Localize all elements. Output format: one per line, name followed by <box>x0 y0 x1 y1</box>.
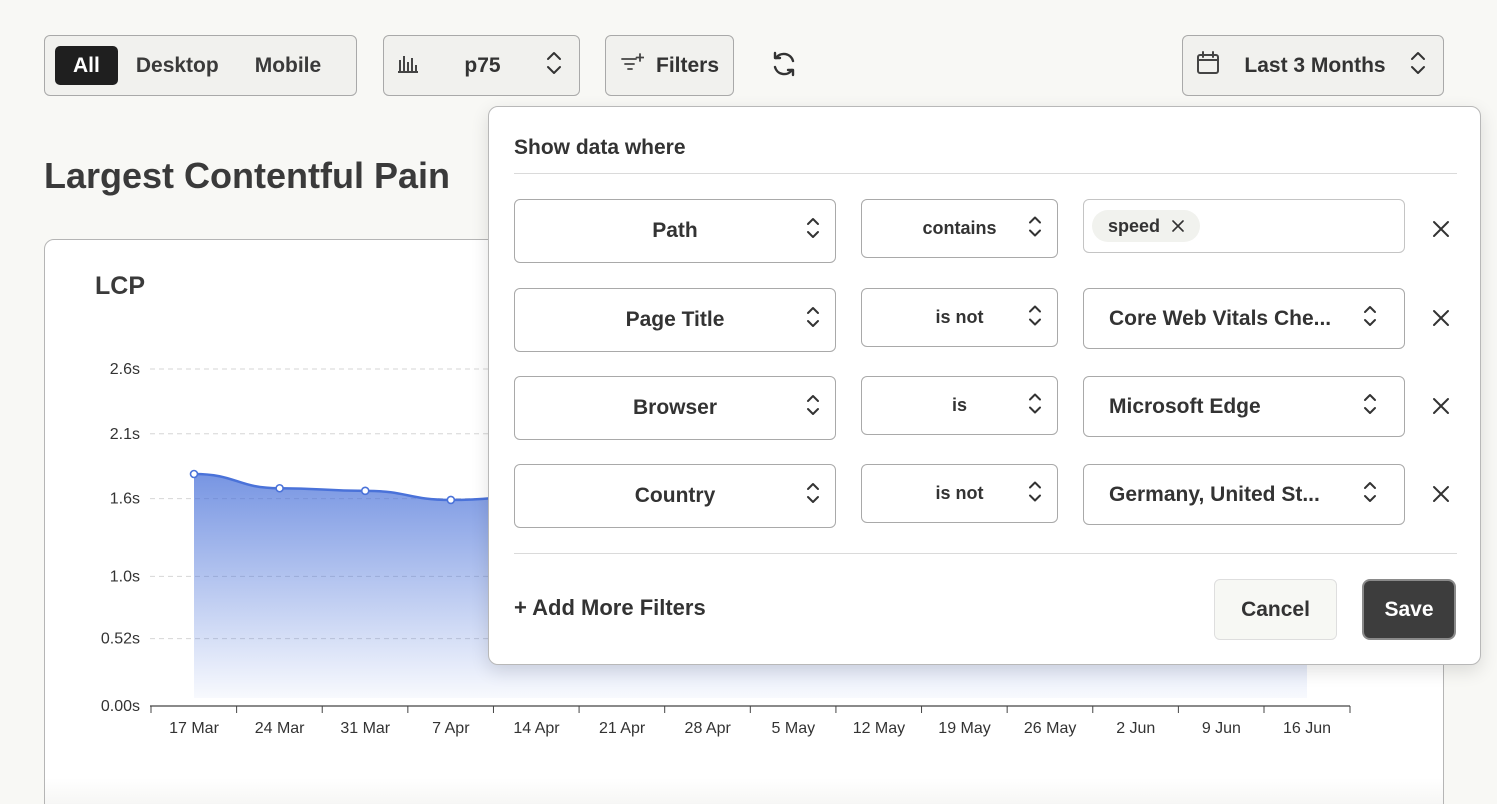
y-tick-label: 0.00s <box>101 698 140 715</box>
remove-filter-button[interactable] <box>1429 308 1453 332</box>
filter-add-icon <box>620 51 645 80</box>
calendar-icon <box>1195 50 1221 81</box>
filter-row-path: Path contains speed <box>489 199 1480 263</box>
filter-value-label: Microsoft Edge <box>1109 394 1261 418</box>
data-point <box>275 483 284 493</box>
filter-value-label: Germany, United St... <box>1109 482 1320 506</box>
y-tick-label: 1.0s <box>110 568 140 585</box>
x-tick-label: 14 Apr <box>513 720 560 737</box>
chevron-updown-icon <box>1027 479 1043 508</box>
divider <box>514 173 1457 174</box>
close-icon <box>1432 220 1450 243</box>
data-point <box>446 495 456 505</box>
x-tick-label: 17 Mar <box>169 720 219 737</box>
filter-operator-label: is not <box>935 307 984 327</box>
chevron-updown-icon <box>1362 480 1378 510</box>
filter-operator-select[interactable]: is not <box>861 288 1058 347</box>
filter-operator-select[interactable]: contains <box>861 199 1058 258</box>
x-tick-label: 31 Mar <box>340 720 390 737</box>
device-option-all[interactable]: All <box>55 46 118 85</box>
filter-row-country: Country is not Germany, United St... <box>489 464 1480 528</box>
x-tick-label: 19 May <box>938 720 990 737</box>
filter-value-select[interactable]: Germany, United St... <box>1083 464 1405 525</box>
data-point <box>360 486 370 496</box>
x-tick-label: 28 Apr <box>685 720 732 737</box>
add-more-filters-button[interactable]: + Add More Filters <box>514 595 706 621</box>
remove-filter-button[interactable] <box>1429 219 1453 243</box>
data-point <box>189 469 199 479</box>
filter-panel: Show data where Path contains speed Page… <box>488 106 1481 665</box>
percentile-select[interactable]: p75 <box>383 35 580 96</box>
bar-chart-icon <box>396 51 420 80</box>
filter-field-label: Browser <box>632 396 718 419</box>
close-icon <box>1432 309 1450 332</box>
percentile-label: p75 <box>464 53 501 77</box>
cancel-button[interactable]: Cancel <box>1214 579 1337 640</box>
chevron-updown-icon <box>805 481 821 511</box>
chevron-updown-icon <box>1027 391 1043 420</box>
close-icon <box>1432 485 1450 508</box>
save-button[interactable]: Save <box>1364 581 1454 638</box>
remove-filter-button[interactable] <box>1429 396 1453 420</box>
filter-operator-label: is not <box>935 483 984 503</box>
x-tick-label: 16 Jun <box>1283 720 1331 737</box>
filter-operator-label: contains <box>922 218 997 238</box>
chevron-updown-icon <box>545 50 563 81</box>
chevron-updown-icon <box>1027 303 1043 332</box>
chevron-updown-icon <box>1409 50 1427 81</box>
filter-field-select[interactable]: Country <box>514 464 836 528</box>
filter-field-select[interactable]: Page Title <box>514 288 836 352</box>
y-tick-label: 1.6s <box>110 491 140 508</box>
chevron-updown-icon <box>805 393 821 423</box>
date-range-select[interactable]: Last 3 Months <box>1182 35 1444 96</box>
chip-remove-icon[interactable] <box>1172 216 1184 237</box>
filter-row-browser: Browser is Microsoft Edge <box>489 376 1480 440</box>
filter-field-label: Country <box>634 484 716 507</box>
divider <box>514 553 1457 554</box>
card-bottom-fade <box>45 778 1443 804</box>
filter-field-label: Path <box>652 219 698 242</box>
y-tick-label: 0.52s <box>101 631 140 648</box>
chevron-updown-icon <box>1362 304 1378 334</box>
x-tick-label: 26 May <box>1024 720 1076 737</box>
remove-filter-button[interactable] <box>1429 484 1453 508</box>
x-tick-label: 21 Apr <box>599 720 646 737</box>
filter-operator-select[interactable]: is <box>861 376 1058 435</box>
filters-label: Filters <box>656 53 720 77</box>
filter-field-label: Page Title <box>625 308 725 331</box>
filter-field-select[interactable]: Path <box>514 199 836 263</box>
filter-operator-select[interactable]: is not <box>861 464 1058 523</box>
close-icon <box>1432 397 1450 420</box>
refresh-button[interactable] <box>764 46 804 86</box>
chevron-updown-icon <box>805 305 821 335</box>
page-title: Largest Contentful Pain <box>44 155 451 196</box>
device-segmented-control: All Desktop Mobile <box>44 35 357 96</box>
filter-operator-label: is <box>951 395 967 415</box>
x-tick-label: 2 Jun <box>1116 720 1155 737</box>
x-tick-label: 9 Jun <box>1202 720 1241 737</box>
refresh-icon <box>769 49 799 84</box>
filters-button[interactable]: Filters <box>605 35 734 96</box>
chip-label: speed <box>1108 215 1161 236</box>
filter-value-select[interactable]: Microsoft Edge <box>1083 376 1405 437</box>
date-range-label: Last 3 Months <box>1244 53 1386 77</box>
chevron-updown-icon <box>1027 214 1043 243</box>
y-tick-label: 2.1s <box>110 426 140 443</box>
x-tick-label: 7 Apr <box>432 720 470 737</box>
filter-row-page-title: Page Title is not Core Web Vitals Che... <box>489 288 1480 352</box>
device-option-desktop[interactable]: Desktop <box>118 46 237 85</box>
device-option-mobile[interactable]: Mobile <box>237 46 340 85</box>
chevron-updown-icon <box>1362 392 1378 422</box>
filter-field-select[interactable]: Browser <box>514 376 836 440</box>
chevron-updown-icon <box>805 216 821 246</box>
filter-value-label: Core Web Vitals Che... <box>1109 306 1332 330</box>
filter-value-select[interactable]: Core Web Vitals Che... <box>1083 288 1405 349</box>
x-tick-label: 5 May <box>772 720 816 737</box>
y-tick-label: 2.6s <box>110 361 140 378</box>
value-chip: speed <box>1092 210 1201 242</box>
x-tick-label: 12 May <box>853 720 905 737</box>
filter-value-input[interactable]: speed <box>1083 199 1405 253</box>
filter-panel-heading: Show data where <box>514 136 686 159</box>
x-tick-label: 24 Mar <box>255 720 305 737</box>
